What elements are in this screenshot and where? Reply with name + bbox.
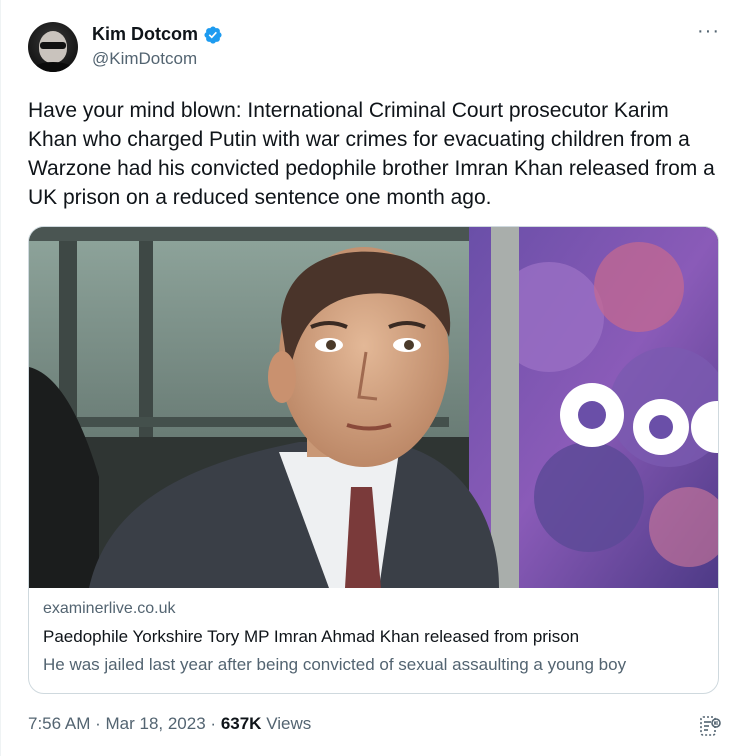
avatar-body (32, 62, 74, 72)
tweet-text: Have your mind blown: International Crim… (28, 99, 715, 209)
views-label: Views (266, 714, 312, 733)
link-card-image[interactable] (29, 227, 718, 588)
tweet-footer: 7:56 AM · Mar 18, 2023 · 637K Views (28, 714, 311, 734)
views-count: 637K (220, 714, 267, 733)
link-card-title: Paedophile Yorkshire Tory MP Imran Ahmad… (43, 627, 580, 646)
left-border (0, 0, 1, 756)
link-card-domain: examinerlive.co.uk (43, 600, 176, 617)
footer-separator-2: · (210, 714, 221, 733)
article-photo (29, 227, 718, 588)
tweet-date[interactable]: Mar 18, 2023 (106, 714, 206, 733)
author-display-name[interactable]: Kim Dotcom (92, 24, 198, 45)
link-card-description: He was jailed last year after being conv… (43, 655, 627, 674)
footer-separator: · (95, 714, 106, 733)
author-handle[interactable]: @KimDotcom (92, 49, 722, 69)
avatar[interactable] (28, 22, 78, 72)
more-options-icon[interactable]: ··· (697, 21, 720, 41)
name-row: Kim Dotcom (92, 24, 722, 45)
link-card[interactable]: examinerlive.co.uk Paedophile Yorkshire … (28, 226, 719, 694)
analytics-icon[interactable] (698, 714, 722, 738)
author-info: Kim Dotcom @KimDotcom (92, 24, 722, 69)
avatar-glasses (40, 42, 66, 49)
tweet-header: Kim Dotcom @KimDotcom (28, 22, 722, 78)
tweet-time[interactable]: 7:56 AM (28, 714, 90, 733)
tweet-container: Kim Dotcom @KimDotcom ··· Have your mind… (0, 0, 750, 756)
verified-badge-icon[interactable] (203, 25, 223, 45)
link-card-meta: examinerlive.co.uk Paedophile Yorkshire … (29, 588, 718, 675)
